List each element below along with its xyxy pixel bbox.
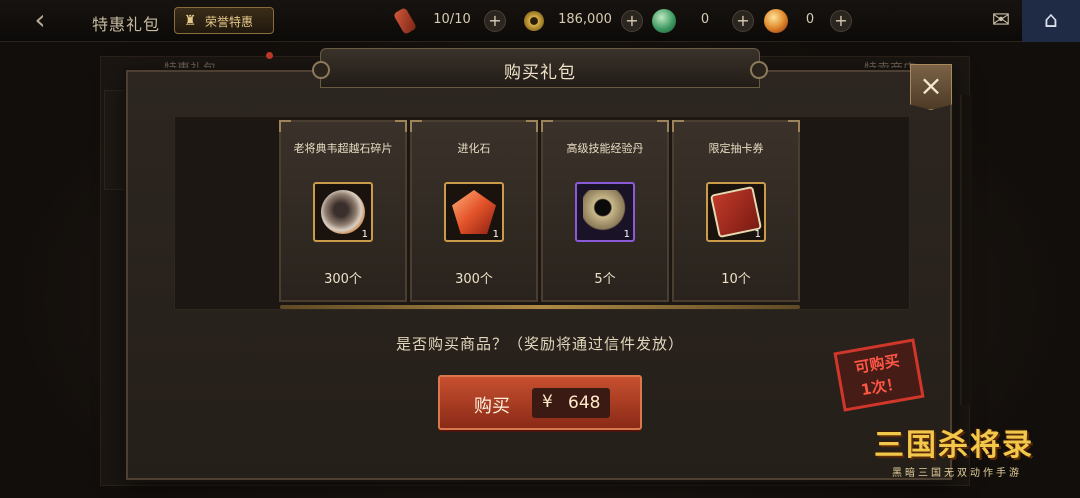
item-card[interactable]: 进化石 1 300个 [410, 120, 538, 302]
home-icon: ⌂ [1044, 8, 1058, 33]
game-logo: 三国杀将录 黑暗三国无双动作手游 [868, 420, 1068, 492]
item-card[interactable]: 限定抽卡券 1 10个 [672, 120, 800, 302]
resource-jade-value: 0 [700, 12, 710, 27]
item-quantity: 300个 [455, 272, 493, 287]
item-quantity: 300个 [324, 272, 362, 287]
evolution-stone-icon: 1 [444, 182, 504, 242]
notification-dot [266, 52, 273, 59]
jade-orb-icon [652, 9, 676, 33]
back-button[interactable]: ‹ [26, 6, 54, 36]
chat-bubble-icon: ✉ [991, 8, 1011, 33]
add-coin-button[interactable]: + [621, 10, 643, 32]
resource-ingot: 0 + [764, 9, 860, 33]
item-name: 老将典韦超越石碎片 [293, 142, 393, 155]
dialog-header: 购买礼包 [312, 48, 768, 88]
currency-symbol: ¥ [542, 392, 553, 412]
top-bar: ‹ 特惠礼包 ♜ 荣誉特惠 10/10 + 186,000 + 0 + 0 + … [0, 0, 1080, 42]
gacha-ticket-icon: 1 [706, 182, 766, 242]
item-count: 1 [361, 229, 368, 240]
scroll-icon [392, 7, 418, 35]
item-quantity: 10个 [721, 272, 751, 287]
add-ingot-button[interactable]: + [830, 10, 852, 32]
close-button[interactable]: × [910, 64, 952, 110]
item-quantity: 5个 [594, 272, 616, 287]
coin-icon [524, 11, 544, 31]
buy-button[interactable]: 购买 ¥ 648 [438, 375, 642, 430]
helmet-icon: ♜ [183, 13, 197, 29]
item-name: 进化石 [457, 142, 491, 155]
dianwei-stone-fragment-icon: 1 [313, 182, 373, 242]
item-count: 1 [492, 229, 499, 240]
resource-scroll-value: 10/10 [433, 12, 471, 27]
honor-special-tab[interactable]: ♜ 荣誉特惠 [174, 7, 274, 34]
resource-scroll: 10/10 + [392, 7, 518, 35]
confirm-message: 是否购买商品？（奖励将通过信件发放） [395, 335, 684, 353]
item-name: 限定抽卡券 [708, 142, 764, 155]
dialog-title: 购买礼包 [504, 63, 576, 83]
item-count: 1 [623, 229, 630, 240]
item-card[interactable]: 老将典韦超越石碎片 1 300个 [279, 120, 407, 302]
resource-jade: 0 + [652, 9, 770, 33]
logo-title: 三国杀将录 [874, 428, 1034, 463]
honor-special-label: 荣誉特惠 [205, 15, 254, 29]
divider [280, 305, 800, 309]
resource-coin: 186,000 + [524, 9, 650, 33]
close-icon: × [919, 69, 943, 102]
price-value: 648 [568, 393, 601, 413]
home-button[interactable]: ⌂ [1022, 0, 1080, 42]
add-scroll-button[interactable]: + [484, 10, 506, 32]
chevron-left-icon: ‹ [34, 3, 46, 36]
resource-ingot-value: 0 [805, 12, 815, 27]
add-jade-button[interactable]: + [732, 10, 754, 32]
page-title: 特惠礼包 [92, 15, 161, 34]
skill-exp-pill-icon: 1 [575, 182, 635, 242]
background-scrollbar [960, 95, 972, 405]
logo-subtitle: 黑暗三国无双动作手游 [892, 468, 1022, 479]
item-count: 1 [754, 229, 761, 240]
background-side-strip [104, 90, 126, 190]
resource-coin-value: 186,000 [558, 12, 612, 27]
item-card[interactable]: 高级技能经验丹 1 5个 [541, 120, 669, 302]
item-name: 高级技能经验丹 [566, 142, 644, 155]
chat-button[interactable]: ✉ [984, 6, 1018, 36]
buy-label: 购买 [474, 396, 510, 417]
price-box: ¥ 648 [532, 388, 610, 418]
gold-ingot-icon [764, 9, 788, 33]
